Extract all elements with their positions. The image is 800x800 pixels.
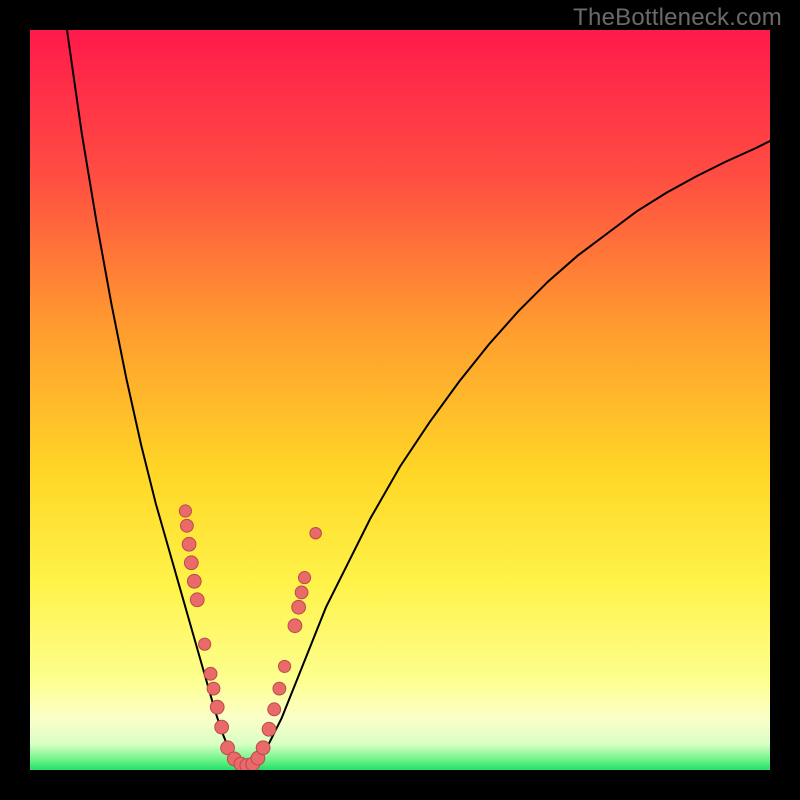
scatter-point [295,586,308,599]
scatter-point [256,741,270,755]
scatter-point [180,519,193,532]
scatter-point [268,703,281,716]
scatter-point [273,682,286,695]
watermark-text: TheBottleneck.com [573,4,782,32]
gradient-background [30,30,770,770]
scatter-point [207,682,220,695]
scatter-point [204,667,217,680]
scatter-point [179,505,191,517]
chart-frame: TheBottleneck.com [0,0,800,800]
scatter-point [310,527,322,539]
scatter-point [288,619,302,633]
scatter-point [187,574,201,588]
scatter-point [278,660,290,672]
plot-area [30,30,770,770]
scatter-point [199,638,211,650]
scatter-point [210,700,224,714]
scatter-point [298,572,310,584]
scatter-point [190,593,204,607]
scatter-point [215,720,229,734]
chart-svg [30,30,770,770]
scatter-point [262,722,276,736]
scatter-point [292,600,306,614]
scatter-point [184,556,198,570]
scatter-point [182,537,196,551]
